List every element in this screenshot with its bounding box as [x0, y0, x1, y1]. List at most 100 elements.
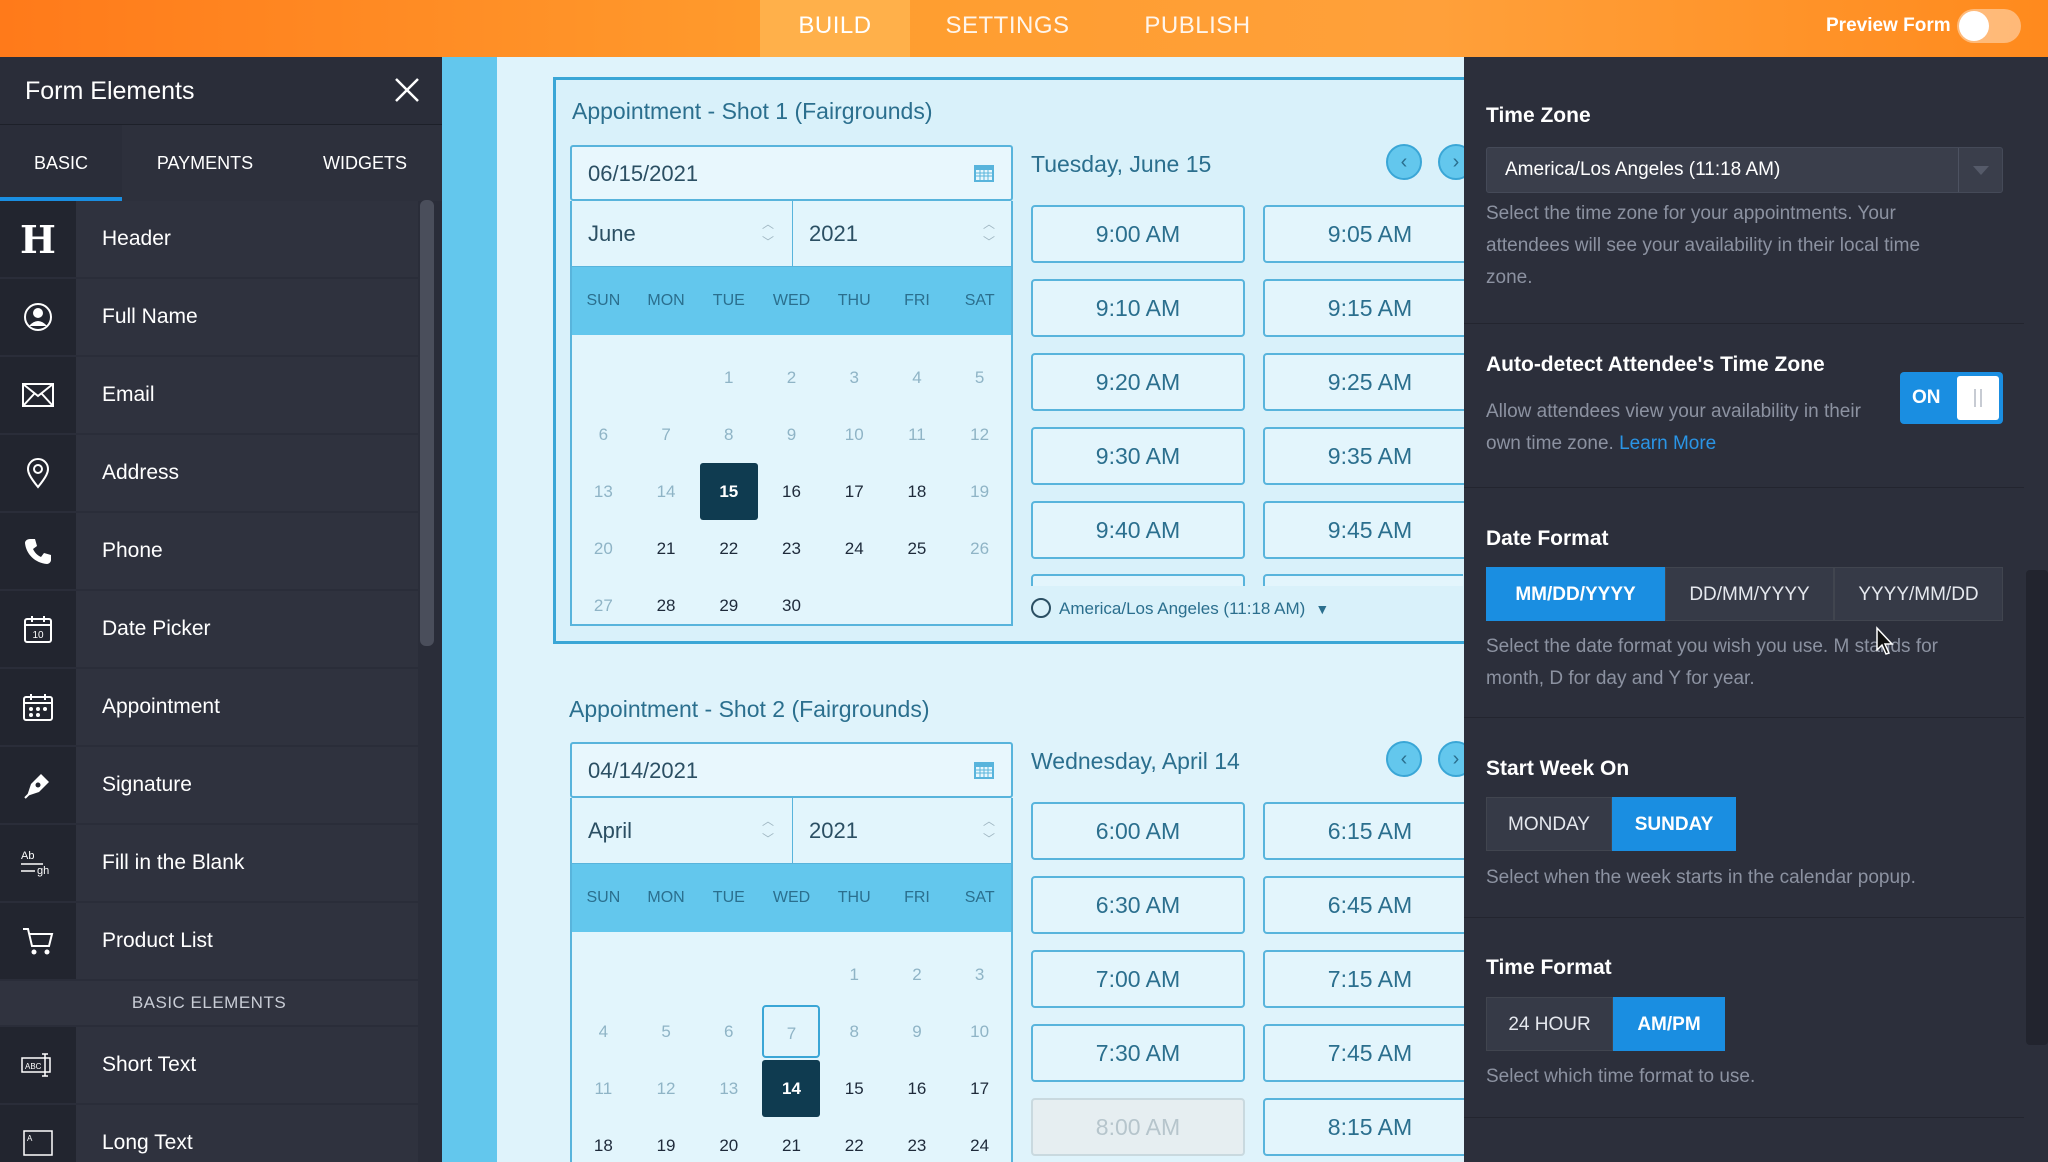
element-appointment[interactable]: Appointment — [0, 669, 418, 747]
calendar-day[interactable]: 28 — [635, 577, 698, 634]
element-address[interactable]: Address — [0, 435, 418, 513]
time-slot[interactable]: 9:35 AM — [1263, 427, 1477, 485]
calendar-day[interactable]: 23 — [760, 520, 823, 577]
calendar-day[interactable]: 22 — [823, 1117, 886, 1162]
calendar-day[interactable]: 29 — [697, 577, 760, 634]
year-select[interactable]: 2021 ︿ ﹀ — [793, 798, 1013, 864]
calendar-day[interactable]: 24 — [948, 1117, 1011, 1162]
calendar-blank — [760, 946, 823, 1003]
weekday-label: MON — [647, 292, 685, 309]
time-slot[interactable]: 6:30 AM — [1031, 876, 1245, 934]
date-format-option-ddmmyyyy[interactable]: DD/MM/YYYY — [1665, 567, 1834, 621]
calendar-day[interactable]: 25 — [886, 520, 949, 577]
year-select[interactable]: 2021 ︿ ﹀ — [793, 201, 1013, 267]
calendar-day[interactable]: 18 — [572, 1117, 635, 1162]
time-format-option-ampm[interactable]: AM/PM — [1613, 997, 1725, 1051]
timezone-selector[interactable]: America/Los Angeles (11:18 AM) ▼ — [1031, 598, 1329, 619]
time-slot[interactable]: 9:00 AM — [1031, 205, 1245, 263]
calendar-day[interactable]: 30 — [760, 577, 823, 634]
calendar-day[interactable]: 22 — [697, 520, 760, 577]
calendar-day[interactable]: 20 — [697, 1117, 760, 1162]
learn-more-link[interactable]: Learn More — [1619, 433, 1716, 454]
weekday-label: FRI — [904, 292, 930, 309]
calendar-day[interactable]: 18 — [886, 463, 949, 520]
canvas-margin — [442, 57, 497, 1162]
element-email[interactable]: Email — [0, 357, 418, 435]
element-signature[interactable]: Signature — [0, 747, 418, 825]
calendar-blank — [635, 946, 698, 1003]
element-phone[interactable]: Phone — [0, 513, 418, 591]
prev-day-button[interactable]: ‹ — [1386, 144, 1422, 180]
time-slot[interactable]: 9:05 AM — [1263, 205, 1477, 263]
month-select[interactable]: June ︿ ﹀ — [572, 201, 793, 267]
calendar-icon[interactable] — [973, 163, 995, 183]
tab-payments[interactable]: PAYMENTS — [122, 125, 288, 201]
calendar-day: 2 — [912, 965, 922, 984]
element-label: Date Picker — [76, 591, 418, 667]
tab-publish[interactable]: PUBLISH — [1130, 0, 1265, 57]
time-slot[interactable]: 9:20 AM — [1031, 353, 1245, 411]
calendar-day[interactable]: 19 — [635, 1117, 698, 1162]
calendar-day[interactable]: 17 — [823, 463, 886, 520]
timezone-select[interactable]: America/Los Angeles (11:18 AM) — [1486, 147, 2003, 193]
element-long-text[interactable]: A Long Text — [0, 1105, 418, 1162]
calendar-day-selected[interactable]: 14 — [762, 1060, 821, 1117]
month-select[interactable]: April ︿ ﹀ — [572, 798, 793, 864]
date-format-option-yyyymmdd[interactable]: YYYY/MM/DD — [1834, 567, 2003, 621]
time-slot[interactable]: 6:00 AM — [1031, 802, 1245, 860]
calendar-day: 14 — [656, 482, 676, 501]
calendar-day[interactable]: 16 — [760, 463, 823, 520]
calendar-day[interactable]: 21 — [635, 520, 698, 577]
date-format-option-mmddyyyy[interactable]: MM/DD/YYYY — [1486, 567, 1665, 621]
time-slot[interactable]: 8:15 AM — [1263, 1098, 1477, 1156]
calendar-day[interactable]: 16 — [886, 1060, 949, 1117]
time-slot-partial[interactable] — [1031, 574, 1245, 586]
tab-build[interactable]: BUILD — [760, 0, 910, 57]
calendar-day: 8 — [724, 425, 734, 444]
calendar-icon[interactable] — [973, 760, 995, 780]
time-slot[interactable]: 9:30 AM — [1031, 427, 1245, 485]
calendar-day[interactable]: 15 — [823, 1060, 886, 1117]
time-slot[interactable]: 9:25 AM — [1263, 353, 1477, 411]
date-input[interactable]: 06/15/2021 — [570, 145, 1013, 201]
start-week-option-sunday[interactable]: SUNDAY — [1612, 797, 1736, 851]
element-short-text[interactable]: ABC Short Text — [0, 1027, 418, 1105]
date-input[interactable]: 04/14/2021 — [570, 742, 1013, 798]
time-slot[interactable]: 7:00 AM — [1031, 950, 1245, 1008]
date-input-value: 04/14/2021 — [588, 758, 699, 783]
time-slot[interactable]: 9:15 AM — [1263, 279, 1477, 337]
calendar-day[interactable]: 24 — [823, 520, 886, 577]
calendar-day[interactable]: 17 — [948, 1060, 1011, 1117]
description-line: own time zone. Learn More — [1486, 428, 1861, 460]
time-slot[interactable]: 7:30 AM — [1031, 1024, 1245, 1082]
time-slot[interactable]: 9:10 AM — [1031, 279, 1245, 337]
element-date-picker[interactable]: 10 Date Picker — [0, 591, 418, 669]
sidebar-scrollbar[interactable] — [420, 200, 434, 646]
prev-day-button[interactable]: ‹ — [1386, 741, 1422, 777]
time-slot-partial[interactable] — [1263, 574, 1463, 586]
element-fill-in-the-blank[interactable]: Ab gh Fill in the Blank — [0, 825, 418, 903]
autodetect-toggle[interactable]: ON — [1900, 372, 2003, 424]
time-slot[interactable]: 7:15 AM — [1263, 950, 1477, 1008]
time-slot[interactable]: 6:15 AM — [1263, 802, 1477, 860]
calendar-day-selected[interactable]: 15 — [699, 463, 758, 520]
calendar-day[interactable]: 21 — [760, 1117, 823, 1162]
calendar-blank — [572, 946, 635, 1003]
calendar-day[interactable]: 23 — [886, 1117, 949, 1162]
element-label: Short Text — [76, 1027, 418, 1103]
element-header[interactable]: H Header — [0, 201, 418, 279]
time-slot[interactable]: 6:45 AM — [1263, 876, 1477, 934]
tab-basic[interactable]: BASIC — [0, 125, 122, 201]
panel-scrollbar[interactable] — [2026, 570, 2048, 1045]
start-week-option-monday[interactable]: MONDAY — [1486, 797, 1612, 851]
close-icon[interactable] — [392, 75, 422, 105]
element-product-list[interactable]: Product List — [0, 903, 418, 981]
time-slot[interactable]: 7:45 AM — [1263, 1024, 1477, 1082]
time-format-option-24-hour[interactable]: 24 HOUR — [1486, 997, 1613, 1051]
tab-widgets[interactable]: WIDGETS — [288, 125, 442, 201]
tab-settings[interactable]: SETTINGS — [930, 0, 1085, 57]
element-full-name[interactable]: Full Name — [0, 279, 418, 357]
time-slot[interactable]: 9:40 AM — [1031, 501, 1245, 559]
preview-form-toggle[interactable] — [1957, 9, 2021, 43]
time-slot[interactable]: 9:45 AM — [1263, 501, 1477, 559]
